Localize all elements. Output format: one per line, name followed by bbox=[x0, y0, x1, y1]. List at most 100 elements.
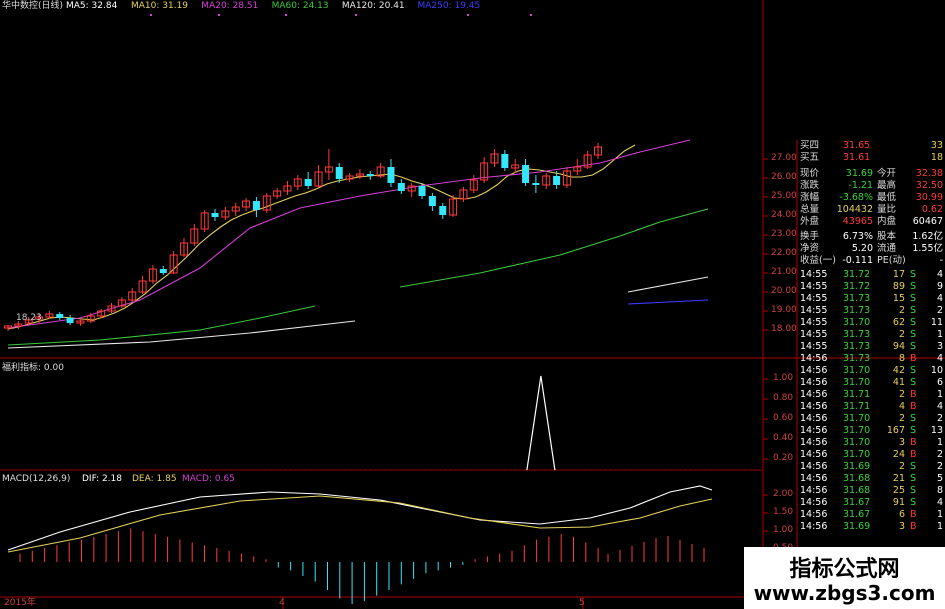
tick-row: 14:56 31.67 91 S 4 bbox=[797, 497, 945, 509]
candle-body-down bbox=[304, 179, 312, 186]
quote-cell: 1 bbox=[936, 509, 943, 520]
price-axis-label: 25.00 bbox=[771, 191, 797, 201]
quote-cell: 14:56 bbox=[800, 401, 828, 412]
quote-cell: 外盘 bbox=[800, 216, 820, 227]
tick-row: 14:56 31.70 42 S 10 bbox=[797, 365, 945, 377]
tick-row: 14:56 31.71 2 B 1 bbox=[797, 389, 945, 401]
tick-row: 14:56 31.69 3 B 1 bbox=[797, 521, 945, 533]
ma10-line bbox=[7, 144, 636, 330]
tick-row: 14:56 31.70 2 S 2 bbox=[797, 413, 945, 425]
quote-cell: S bbox=[910, 413, 917, 424]
stat-row: 收益(一) -0.111 PE(动) - bbox=[797, 255, 945, 267]
quote-cell: 9 bbox=[936, 281, 943, 292]
quote-cell: 2 bbox=[936, 305, 943, 316]
quote-cell: 31.73 bbox=[843, 353, 871, 364]
quote-cell: 4 bbox=[936, 269, 943, 280]
candle-body-down bbox=[252, 201, 260, 210]
low-price-note: 18.23 bbox=[16, 313, 42, 323]
ma60-line-a bbox=[7, 305, 316, 346]
quote-cell: 涨幅 bbox=[800, 192, 820, 203]
quote-cell: 14:56 bbox=[800, 509, 828, 520]
macd-axis-label: 1.50 bbox=[773, 507, 794, 517]
watermark-url: www.zbgs3.com bbox=[753, 581, 936, 605]
quote-cell: 13 bbox=[930, 425, 943, 436]
stat-row: 涨跌 -1.21 最高 32.50 bbox=[797, 180, 945, 192]
quote-cell: S bbox=[910, 473, 917, 484]
quote-cell: PE(动) bbox=[877, 255, 906, 266]
quote-cell: 2 bbox=[898, 461, 905, 472]
quote-cell: 167 bbox=[886, 425, 905, 436]
quote-cell: B bbox=[910, 353, 917, 364]
tick-row: 14:56 31.69 2 S 2 bbox=[797, 461, 945, 473]
quote-cell: 31.70 bbox=[843, 449, 871, 460]
quote-cell: 买五 bbox=[800, 152, 820, 163]
tick-row: 14:56 31.68 21 S 5 bbox=[797, 473, 945, 485]
quote-cell: 2 bbox=[898, 389, 905, 400]
quote-cell: 14:55 bbox=[800, 341, 828, 352]
indicator-spike bbox=[526, 375, 556, 471]
quote-cell: 4 bbox=[936, 401, 943, 412]
order-book-row: 买四 31.65 33 bbox=[797, 140, 945, 152]
quote-cell: 净资 bbox=[800, 243, 820, 254]
signal-dot bbox=[285, 14, 287, 16]
quote-cell: 涨跌 bbox=[800, 180, 820, 191]
quote-cell: 14:56 bbox=[800, 389, 828, 400]
quote-cell: 91 bbox=[892, 497, 905, 508]
quote-cell: 31.65 bbox=[843, 140, 871, 151]
dif-line bbox=[7, 485, 713, 551]
quote-cell: 18 bbox=[930, 152, 943, 163]
quote-cell: 最高 bbox=[877, 180, 897, 191]
watermark: 指标公式网 www.zbgs3.com bbox=[744, 547, 945, 609]
tick-row: 14:55 31.73 15 S 4 bbox=[797, 293, 945, 305]
quote-cell: 14:56 bbox=[800, 473, 828, 484]
quote-cell: 31.73 bbox=[843, 293, 871, 304]
ma120-line-b bbox=[627, 276, 709, 293]
quote-cell: 14:56 bbox=[800, 497, 828, 508]
ma-legend-item: MA10: 31.19 bbox=[131, 1, 189, 11]
quote-cell: 14:56 bbox=[800, 521, 828, 532]
price-axis-label: 23.00 bbox=[771, 229, 797, 239]
candle-body-down bbox=[387, 167, 395, 183]
ma250-line bbox=[627, 299, 709, 305]
quote-cell: 2 bbox=[898, 305, 905, 316]
quote-cell: 31.73 bbox=[843, 329, 871, 340]
quote-cell: S bbox=[910, 365, 917, 376]
tick-row: 14:56 31.70 167 S 13 bbox=[797, 425, 945, 437]
quote-cell: 14:55 bbox=[800, 305, 828, 316]
quote-cell: 31.72 bbox=[843, 281, 871, 292]
quote-cell: S bbox=[910, 305, 917, 316]
quote-cell: 14:55 bbox=[800, 269, 828, 280]
price-axis-label: 22.00 bbox=[771, 248, 797, 258]
quote-cell: 今开 bbox=[877, 168, 897, 179]
quote-cell: 6.73% bbox=[842, 231, 873, 242]
stat-row: 换手 6.73% 股本 1.62亿 bbox=[797, 231, 945, 243]
signal-dot bbox=[467, 14, 469, 16]
quote-cell: S bbox=[910, 293, 917, 304]
quote-cell: 89 bbox=[892, 281, 905, 292]
quote-cell: S bbox=[910, 341, 917, 352]
quote-cell: 1.55亿 bbox=[912, 243, 943, 254]
candle-body-down bbox=[397, 183, 405, 191]
quote-cell: 3 bbox=[898, 521, 905, 532]
tick-row: 14:56 31.67 6 B 1 bbox=[797, 509, 945, 521]
macd-axis-label: 1.00 bbox=[773, 525, 794, 535]
quote-cell: 收益(一) bbox=[800, 255, 836, 266]
quote-cell: S bbox=[910, 317, 917, 328]
stat-row: 涨幅 -3.68% 最低 30.99 bbox=[797, 192, 945, 204]
quote-cell: 买四 bbox=[800, 140, 820, 151]
signal-dot bbox=[218, 14, 220, 16]
tick-row: 14:55 31.73 94 S 3 bbox=[797, 341, 945, 353]
quote-cell: 31.67 bbox=[843, 497, 871, 508]
quote-cell: 14:56 bbox=[800, 425, 828, 436]
price-axis-label: 20.00 bbox=[771, 286, 797, 296]
quote-cell: 43965 bbox=[842, 216, 873, 227]
quote-cell: 1 bbox=[936, 437, 943, 448]
quote-cell: 104432 bbox=[836, 204, 873, 215]
quote-cell: 1.62亿 bbox=[912, 231, 943, 242]
quote-cell: 31.70 bbox=[843, 425, 871, 436]
quote-cell: 32.38 bbox=[915, 168, 943, 179]
quote-cell: 31.71 bbox=[843, 389, 871, 400]
quote-cell: 25 bbox=[892, 485, 905, 496]
quote-cell: 31.68 bbox=[843, 473, 871, 484]
tick-row: 14:56 31.71 4 B 4 bbox=[797, 401, 945, 413]
